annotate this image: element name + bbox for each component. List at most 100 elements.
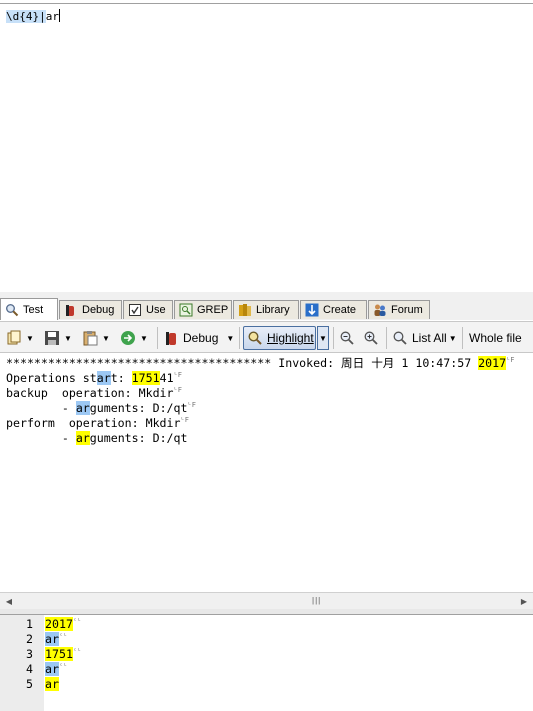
debug-button[interactable]: Debug ▼ xyxy=(164,326,234,350)
bug-icon xyxy=(64,303,78,317)
toolbar-separator xyxy=(462,327,463,349)
list-item[interactable]: 4 arᶜᴸ xyxy=(0,662,533,677)
line-number: 5 xyxy=(26,677,33,691)
tab-label: Use xyxy=(146,304,166,316)
tab-debug[interactable]: Debug xyxy=(59,300,122,319)
text-caret xyxy=(59,9,60,22)
grep-icon xyxy=(179,303,193,317)
forum-icon xyxy=(373,303,387,317)
output-line: - arguments: D:/qtᴸF xyxy=(6,401,196,415)
match-value: 2017 xyxy=(45,617,73,631)
create-icon xyxy=(305,303,319,317)
pilcrow-mark: ᴸF xyxy=(180,416,189,424)
magnifier-icon xyxy=(247,330,263,346)
tab-library[interactable]: Library xyxy=(233,300,299,319)
list-all-button[interactable]: List All ▼ xyxy=(392,326,457,350)
match-value: ar xyxy=(45,632,59,646)
save-button[interactable]: ▼ xyxy=(44,326,72,350)
paste-button[interactable]: ▼ xyxy=(82,326,110,350)
match-highlight: 2017 xyxy=(478,356,507,370)
highlight-label: Highlight xyxy=(267,331,314,345)
save-icon xyxy=(44,330,60,346)
toolbar: ▼ ▼ ▼ ▼ Debug ▼ Highlight ▼ List All ▼ W… xyxy=(0,321,533,353)
match-value: ar xyxy=(45,677,59,691)
pilcrow-mark: ᴸF xyxy=(173,386,182,394)
match-highlight: ar xyxy=(75,401,90,415)
highlight-button[interactable]: Highlight xyxy=(243,326,316,350)
copy-icon xyxy=(6,330,22,346)
chevron-down-icon[interactable]: ▼ xyxy=(64,334,72,343)
regex-alternation: | xyxy=(39,10,46,23)
pilcrow-mark: ᶜᴸ xyxy=(72,647,82,655)
regex-part-digits: \d{4} xyxy=(6,10,40,23)
test-output-pane[interactable]: ************************************** I… xyxy=(0,353,533,592)
bug-icon xyxy=(164,330,180,346)
zoom-in-button[interactable] xyxy=(339,326,355,350)
line-number: 1 xyxy=(26,617,33,631)
pilcrow-mark: ᴸF xyxy=(506,356,515,364)
tab-bar: Test Debug Use GREP Library Create Forum xyxy=(0,298,533,320)
regex-editor[interactable]: \d{4}|ar xyxy=(0,3,533,293)
toolbar-separator xyxy=(239,327,240,349)
regex-part-ar: ar xyxy=(45,10,59,23)
line-number: 3 xyxy=(26,647,33,661)
pilcrow-mark: ᴸF xyxy=(187,401,196,409)
list-item[interactable]: 5 ar xyxy=(0,677,533,692)
magnifier-icon xyxy=(392,330,408,346)
tab-label: Library xyxy=(256,304,290,316)
horizontal-scrollbar[interactable]: ◀ ||| ▶ xyxy=(0,592,533,609)
tab-label: Create xyxy=(323,304,357,316)
pilcrow-mark: ᴸF xyxy=(173,371,182,379)
pilcrow-mark: ᶜᴸ xyxy=(58,632,68,640)
chevron-down-icon[interactable]: ▼ xyxy=(140,334,148,343)
chevron-down-icon[interactable]: ▼ xyxy=(226,334,234,343)
match-list[interactable]: 1 2017ᶜᴸ 2 arᶜᴸ 3 1751ᶜᴸ 4 arᶜᴸ 5 ar xyxy=(0,615,533,711)
match-value: ar xyxy=(45,662,59,676)
tab-test[interactable]: Test xyxy=(0,298,58,320)
tab-use[interactable]: Use xyxy=(123,300,173,319)
toolbar-separator xyxy=(386,327,387,349)
output-line: backup operation: MkdirᴸF xyxy=(6,386,182,400)
clipboard-icon xyxy=(82,330,98,346)
list-item[interactable]: 3 1751ᶜᴸ xyxy=(0,647,533,662)
list-all-label: List All xyxy=(412,331,447,345)
go-button[interactable]: ▼ xyxy=(120,326,148,350)
regex-text[interactable]: \d{4}|ar xyxy=(6,9,60,24)
scroll-left-button[interactable]: ◀ xyxy=(2,595,16,608)
chevron-down-icon: ▼ xyxy=(319,333,327,343)
chevron-down-icon[interactable]: ▼ xyxy=(449,334,457,343)
output-line: - arguments: D:/qt xyxy=(6,431,188,445)
scroll-thumb-grip[interactable]: ||| xyxy=(312,596,321,605)
output-line: Operations start: 175141ᴸF xyxy=(6,371,182,385)
invocation-line: ************************************** I… xyxy=(6,356,515,370)
magnifier-icon xyxy=(5,303,19,317)
zoom-out-button[interactable] xyxy=(363,326,379,350)
tab-forum[interactable]: Forum xyxy=(368,300,430,319)
tab-create[interactable]: Create xyxy=(300,300,367,319)
pilcrow-mark: ᶜᴸ xyxy=(72,617,82,625)
globe-arrow-icon xyxy=(120,330,136,346)
whole-file-label: Whole file xyxy=(469,331,522,345)
list-item[interactable]: 1 2017ᶜᴸ xyxy=(0,617,533,632)
chevron-down-icon[interactable]: ▼ xyxy=(26,334,34,343)
highlight-dropdown[interactable]: ▼ xyxy=(317,326,329,350)
match-value: 1751 xyxy=(45,647,73,661)
tab-label: Debug xyxy=(82,304,115,316)
zoom-in-icon xyxy=(339,330,355,346)
whole-file-button[interactable]: Whole file xyxy=(469,326,522,350)
list-item[interactable]: 2 arᶜᴸ xyxy=(0,632,533,647)
pilcrow-mark: ᶜᴸ xyxy=(58,662,68,670)
tab-label: Test xyxy=(23,303,44,316)
chevron-down-icon[interactable]: ▼ xyxy=(102,334,110,343)
output-line: perform operation: MkdirᴸF xyxy=(6,416,189,430)
tab-grep[interactable]: GREP xyxy=(174,300,232,319)
line-number: 4 xyxy=(26,662,33,676)
match-highlight: ar xyxy=(96,371,111,385)
toolbar-separator xyxy=(157,327,158,349)
line-number: 2 xyxy=(26,632,33,646)
tab-label: GREP xyxy=(197,304,229,316)
scroll-right-button[interactable]: ▶ xyxy=(517,595,531,608)
copy-button[interactable]: ▼ xyxy=(6,326,34,350)
check-icon xyxy=(128,303,142,317)
toolbar-separator xyxy=(333,327,334,349)
